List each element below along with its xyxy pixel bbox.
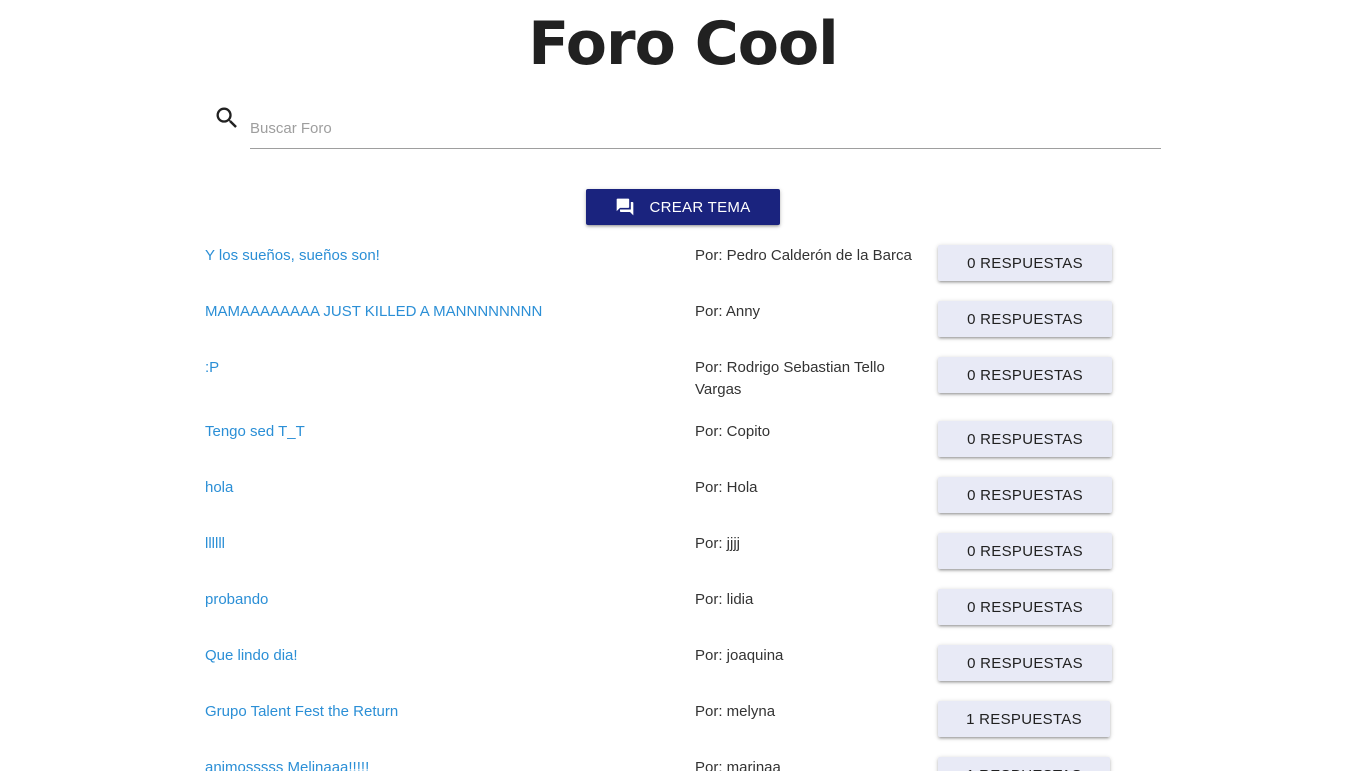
page-title: Foro Cool: [528, 9, 839, 79]
topic-author: Por: Hola: [695, 479, 758, 496]
topic-author: Por: joaquina: [695, 647, 784, 664]
topic-title-link[interactable]: MAMAAAAAAAA JUST KILLED A MANNNNNNNN: [205, 301, 542, 323]
topic-title-link[interactable]: Que lindo dia!: [205, 645, 298, 667]
replies-button[interactable]: 0 RESPUESTAS: [938, 421, 1112, 457]
topic-author: Por: Rodrigo Sebastian Tello Vargas: [695, 359, 885, 398]
replies-button[interactable]: 1 RESPUESTAS: [938, 701, 1110, 737]
replies-button[interactable]: 0 RESPUESTAS: [938, 357, 1112, 393]
topic-title-link[interactable]: Y los sueños, sueños son!: [205, 245, 380, 267]
topic-author: Por: marinaa: [695, 759, 781, 771]
replies-button[interactable]: 0 RESPUESTAS: [938, 645, 1112, 681]
topic-title-link[interactable]: probando: [205, 589, 268, 611]
replies-button[interactable]: 0 RESPUESTAS: [938, 245, 1112, 281]
topic-title-link[interactable]: Grupo Talent Fest the Return: [205, 701, 398, 723]
topic-title-link[interactable]: Tengo sed T_T: [205, 421, 305, 443]
topic-title-link[interactable]: :P: [205, 357, 219, 379]
replies-button[interactable]: 1 RESPUESTAS: [938, 757, 1110, 771]
topic-title-link[interactable]: hola: [205, 477, 233, 499]
replies-button[interactable]: 0 RESPUESTAS: [938, 533, 1112, 569]
forum-page: Foro Cool CREAR TEMA Y los sueños, sueño…: [0, 0, 1366, 771]
topic-author: Por: lidia: [695, 591, 754, 608]
replies-button[interactable]: 0 RESPUESTAS: [938, 301, 1112, 337]
search-icon: [213, 104, 241, 132]
create-topic-label: CREAR TEMA: [649, 198, 751, 216]
topic-author: Por: jjjj: [695, 535, 741, 552]
topic-author: Por: Pedro Calderón de la Barca: [695, 247, 912, 264]
replies-button[interactable]: 0 RESPUESTAS: [938, 589, 1112, 625]
topic-title-link[interactable]: animosssss Melinaaa!!!!!: [205, 757, 369, 771]
topic-author: Por: melyna: [695, 703, 776, 720]
create-topic-button[interactable]: CREAR TEMA: [586, 189, 780, 225]
topic-title-link[interactable]: llllll: [205, 533, 225, 555]
topic-author: Por: Copito: [695, 423, 771, 440]
topic-author: Por: Anny: [695, 303, 761, 320]
forum-icon: [617, 198, 634, 216]
search-input[interactable]: [250, 108, 1161, 149]
replies-button[interactable]: 0 RESPUESTAS: [938, 477, 1112, 513]
